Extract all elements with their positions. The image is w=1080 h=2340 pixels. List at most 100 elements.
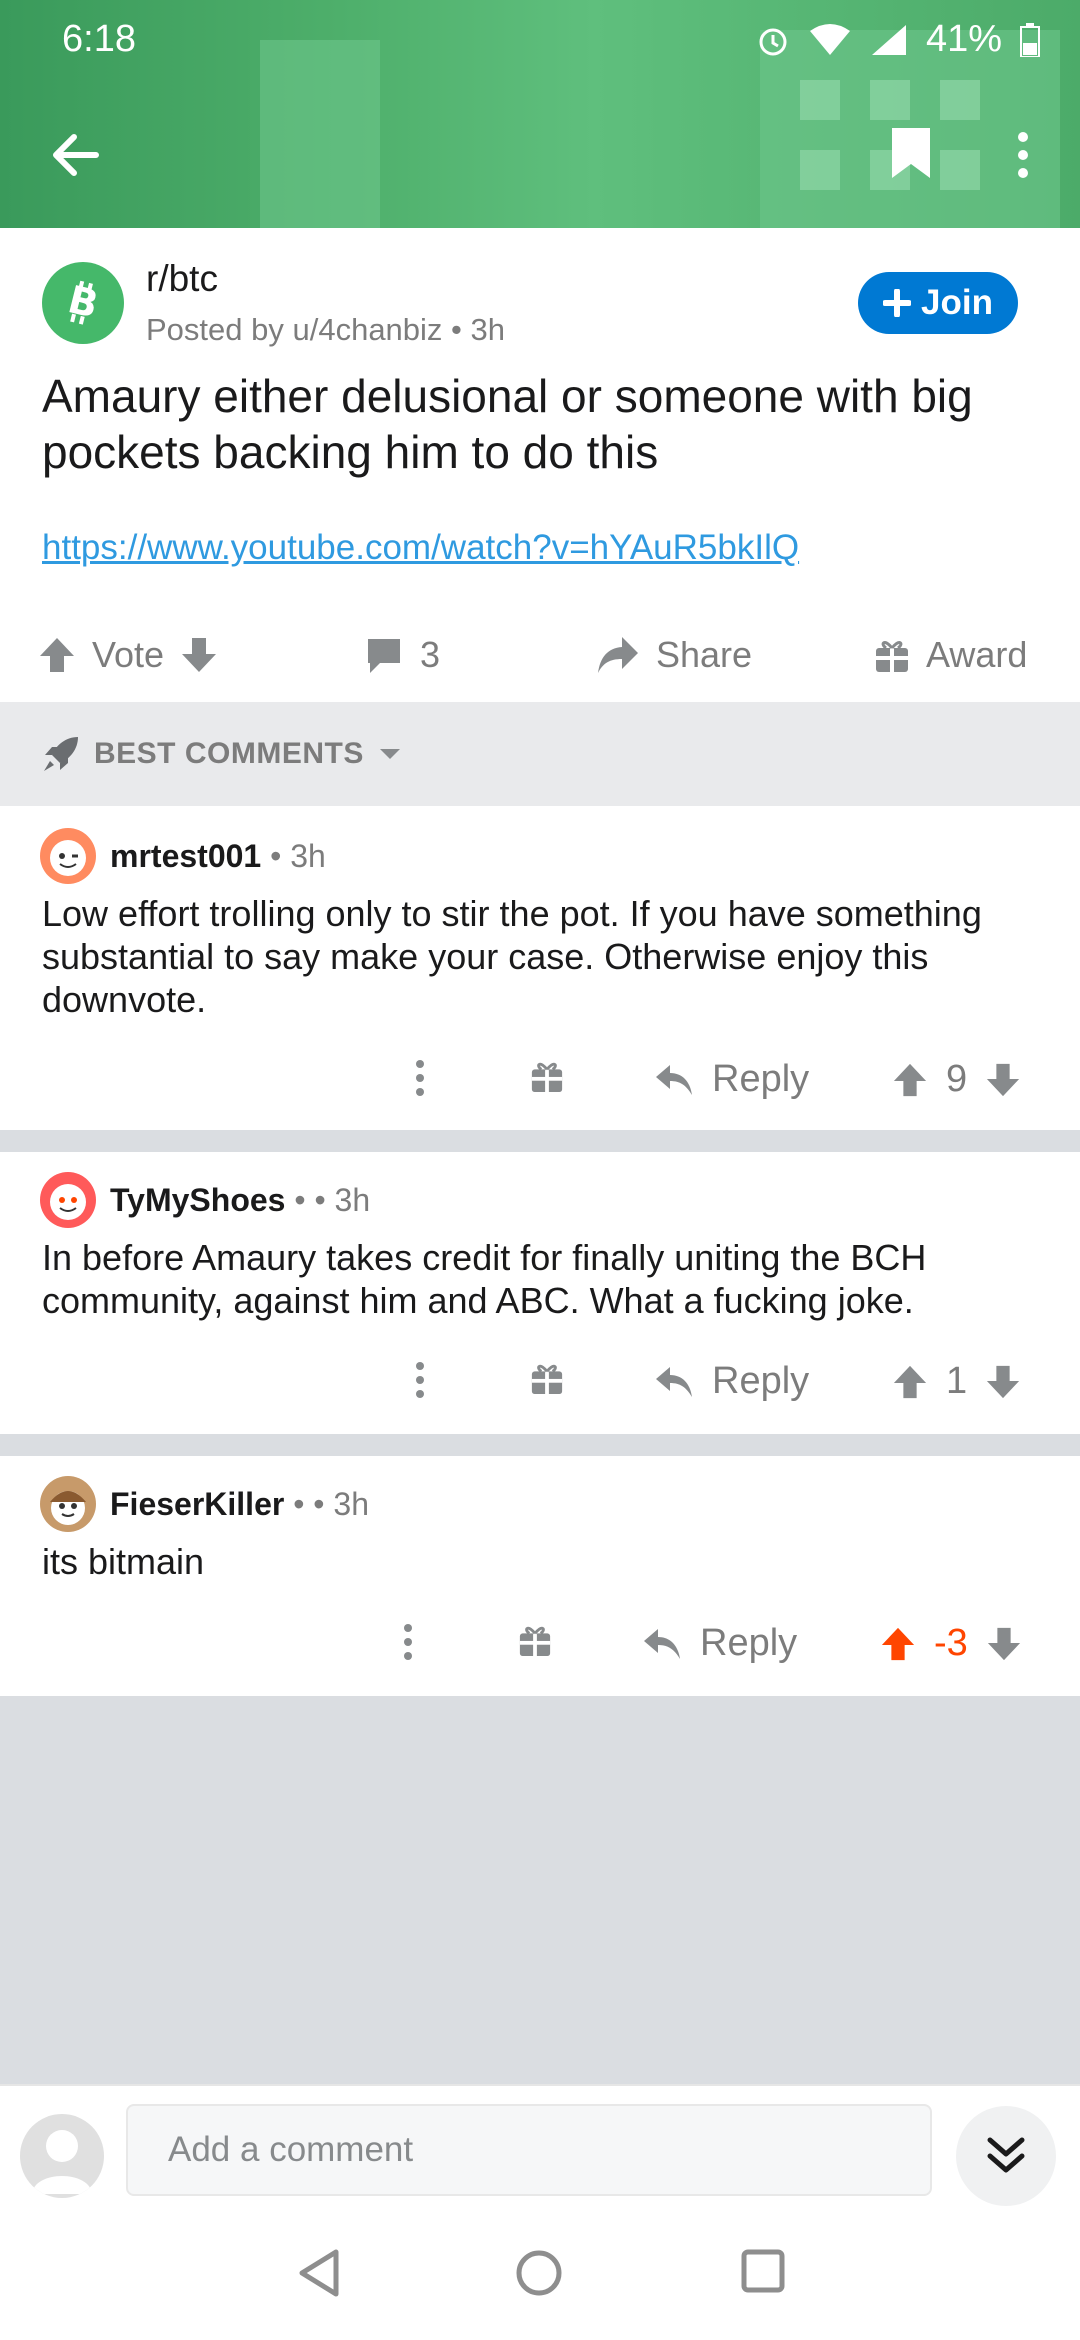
subreddit-icon[interactable]: B (42, 262, 124, 344)
user-avatar[interactable] (40, 828, 96, 884)
gift-icon (519, 1625, 551, 1657)
bookmark-icon (892, 128, 930, 178)
reply-button[interactable]: Reply (654, 1058, 809, 1101)
post-title: Amaury either delusional or someone with… (42, 370, 973, 478)
bitcoin-icon: B (64, 278, 103, 327)
comment-username[interactable]: mrtest001 (110, 838, 261, 874)
back-button[interactable] (40, 120, 110, 190)
reply-button[interactable]: Reply (642, 1622, 797, 1665)
upvote-icon[interactable] (38, 636, 76, 674)
award-button[interactable]: Award (874, 634, 1027, 676)
subreddit-name[interactable]: r/btc (146, 258, 218, 300)
comment-meta: • • 3h (285, 1182, 371, 1218)
comment-username[interactable]: FieserKiller (110, 1486, 284, 1522)
nav-recents-button[interactable] (740, 2248, 786, 2299)
kebab-menu-icon (416, 1060, 424, 1096)
comment-icon (368, 639, 400, 673)
comment-vote-group: 9 (892, 1058, 1021, 1101)
comment-award-button[interactable] (530, 1058, 564, 1094)
vote-label: Vote (92, 634, 165, 675)
reply-label: Reply (712, 1058, 810, 1100)
save-button[interactable] (880, 118, 942, 188)
chevron-down-icon (379, 749, 400, 759)
status-bar: 6:18 41% (0, 0, 1080, 80)
reply-label: Reply (700, 1622, 798, 1664)
gift-icon (876, 640, 908, 672)
comments-button[interactable]: 3 (364, 634, 440, 676)
comment-actions: Reply 9 (0, 1052, 1080, 1112)
circle-home-icon (516, 2250, 562, 2296)
downvote-icon[interactable] (985, 1062, 1021, 1098)
comment-sort-bar[interactable]: BEST COMMENTS (0, 702, 1080, 806)
reply-icon (656, 1366, 692, 1397)
comment-item: TyMyShoes • • 3h In before Amaury takes … (0, 1152, 1080, 1434)
square-recents-icon (741, 2249, 785, 2293)
user-avatar[interactable] (40, 1172, 96, 1228)
downvote-icon[interactable] (986, 1626, 1022, 1662)
upvote-icon[interactable] (892, 1364, 928, 1400)
comment-count: 3 (420, 634, 441, 675)
reply-icon (656, 1064, 692, 1095)
post-author-meta[interactable]: Posted by u/4chanbiz • 3h (146, 312, 505, 348)
comment-meta: • • 3h (284, 1486, 369, 1522)
share-button[interactable]: Share (596, 634, 752, 676)
nav-back-button[interactable] (296, 2248, 344, 2303)
comment-composer: Add a comment (0, 2084, 1080, 2210)
user-avatar[interactable] (40, 1476, 96, 1532)
gift-icon (531, 1061, 563, 1093)
comment-more-button[interactable] (414, 1058, 426, 1098)
award-label: Award (926, 634, 1028, 675)
comment-award-button[interactable] (530, 1360, 564, 1396)
comment-vote-group: 1 (892, 1360, 1021, 1403)
join-button[interactable]: Join (858, 272, 1018, 334)
snoo-avatar-icon (50, 1491, 86, 1525)
comment-username[interactable]: TyMyShoes (110, 1182, 285, 1218)
comment-header: mrtest001 • 3h (110, 838, 326, 875)
sort-label: BEST COMMENTS (94, 737, 364, 770)
rocket-icon (44, 737, 78, 771)
battery-percent: 41% (925, 18, 1002, 60)
upvote-icon[interactable] (892, 1062, 928, 1098)
user-silhouette-icon (32, 2130, 92, 2194)
comment-vote-group: -3 (880, 1622, 1022, 1665)
upvote-icon[interactable] (880, 1626, 916, 1662)
comment-header: FieserKiller • • 3h (110, 1486, 369, 1523)
reply-icon (644, 1628, 680, 1659)
comment-more-button[interactable] (414, 1360, 426, 1400)
banner-art-window (800, 150, 840, 190)
share-icon (598, 637, 638, 673)
kebab-menu-icon (404, 1624, 412, 1660)
comment-score: 1 (946, 1360, 968, 1402)
post-link[interactable]: https://www.youtube.com/watch?v=hYAuR5bk… (42, 528, 799, 568)
banner-art-window (800, 80, 840, 120)
comment-actions: Reply 1 (0, 1354, 1080, 1414)
comment-more-button[interactable] (402, 1622, 414, 1662)
comment-award-button[interactable] (518, 1622, 552, 1658)
downvote-icon[interactable] (985, 1364, 1021, 1400)
share-label: Share (656, 634, 753, 675)
comment-body: its bitmain (42, 1541, 205, 1582)
comment-meta: • 3h (261, 838, 326, 874)
comment-body: Low effort trolling only to stir the pot… (42, 893, 982, 1020)
more-options-button[interactable] (1000, 120, 1046, 190)
post-card: B r/btc Posted by u/4chanbiz • 3h Join A… (0, 228, 1080, 702)
nav-home-button[interactable] (514, 2248, 564, 2303)
reply-label: Reply (712, 1360, 810, 1402)
jump-to-next-comment-button[interactable] (956, 2106, 1056, 2206)
banner-art-window (940, 150, 980, 190)
reply-button[interactable]: Reply (654, 1360, 809, 1403)
comment-body: In before Amaury takes credit for finall… (42, 1237, 927, 1321)
downvote-icon[interactable] (180, 636, 218, 674)
snoo-avatar-icon (50, 1184, 86, 1220)
comment-score: 9 (946, 1058, 968, 1100)
add-comment-input[interactable]: Add a comment (126, 2104, 932, 2196)
current-user-avatar[interactable] (20, 2114, 104, 2198)
comment-score: -3 (934, 1622, 968, 1664)
banner-art-window (940, 80, 980, 120)
post-action-bar: Vote 3 Share Award (0, 618, 1080, 690)
triangle-back-icon (299, 2249, 339, 2297)
plus-icon (883, 289, 912, 317)
battery-icon (1020, 22, 1040, 57)
alarm-icon (756, 23, 790, 57)
back-arrow-icon (53, 134, 99, 176)
